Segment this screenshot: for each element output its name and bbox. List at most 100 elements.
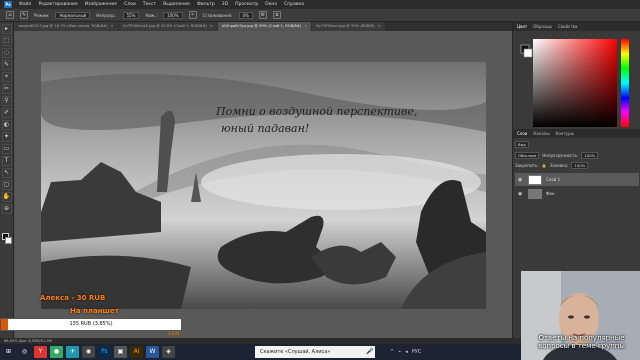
marquee-tool-icon[interactable]: ⬚ (1, 36, 12, 46)
airbrush-icon[interactable]: ✧ (188, 11, 197, 19)
menu-text[interactable]: Текст (143, 2, 156, 7)
layer-row[interactable]: ◉ Фон (515, 187, 639, 200)
lock-row: Закрепить: 🔒 Заливка: 100% (515, 161, 639, 170)
menu-filter[interactable]: Фильтр (197, 2, 215, 7)
donation-goal-target: 3,500 (168, 331, 180, 336)
menu-3d[interactable]: 3D (222, 2, 228, 7)
tab-document-1[interactable]: задний2017.jpg @ 16,7% (Фон копия, RGB/8… (14, 22, 118, 31)
yandex-browser-icon[interactable]: Y (34, 346, 47, 358)
tray-expand-icon[interactable]: ^ (390, 349, 394, 355)
system-tray: ^ ⌁ ◂ РУС (390, 344, 421, 360)
hand-tool-icon[interactable]: ✋ (1, 192, 12, 202)
tab-channels[interactable]: Каналы (533, 131, 549, 136)
close-icon[interactable]: × (378, 24, 381, 28)
dodge-tool-icon[interactable]: ◐ (1, 120, 12, 130)
canvas-text-line-1: Помни о воздушной перспективе, (215, 105, 417, 118)
menu-image[interactable]: Изображение (85, 2, 117, 7)
illustrator-icon[interactable]: Ai (130, 346, 143, 358)
flow-field[interactable]: 100% (163, 11, 183, 19)
lock-label: Закрепить: (515, 163, 539, 168)
fill-field[interactable]: 100% (571, 162, 589, 169)
path-select-tool-icon[interactable]: ↖ (1, 168, 12, 178)
tab-layers[interactable]: Слои (517, 131, 527, 136)
donation-alert-message: На планшет (70, 307, 119, 315)
close-icon[interactable]: × (111, 24, 114, 28)
canvas-text-line-2: юный падаван! (221, 122, 309, 135)
layer-row[interactable]: ◉ Слой 1 (515, 173, 639, 186)
menu-help[interactable]: Справка (284, 2, 304, 7)
windows-start-icon[interactable]: ⊞ (2, 346, 15, 358)
brush-preset-icon[interactable]: ✎ (20, 11, 28, 19)
flow-label: Наж.: (145, 12, 158, 18)
move-tool-icon[interactable]: ▸ (1, 24, 12, 34)
explorer-icon[interactable]: ▣ (114, 346, 127, 358)
symmetry-icon[interactable]: ⧖ (272, 11, 281, 19)
settings-gear-icon[interactable]: ⚙ (258, 11, 267, 19)
layer-opacity-label: Непрозрачность: (542, 153, 579, 158)
blend-mode-select[interactable]: Обычные (515, 152, 540, 159)
mode-select[interactable]: Нормальный (55, 11, 91, 19)
canvas-workspace[interactable]: Помни о воздушной перспективе, юный пада… (15, 31, 512, 338)
document-tabs: задний2017.jpg @ 16,7% (Фон копия, RGB/8… (14, 22, 512, 31)
background-color-swatch[interactable] (5, 237, 12, 244)
zoom-tool-icon[interactable]: ⊕ (1, 204, 12, 214)
photoshop-taskbar-icon[interactable]: Ps (98, 346, 111, 358)
app-icon[interactable]: ◈ (162, 346, 175, 358)
slice-tool-icon[interactable]: ✂ (1, 84, 12, 94)
layer-filter-row: Вид (515, 140, 639, 149)
tab-label: GyTPOXkLeLE.jpg @ 42,6% (Слой 1, RGB/8#) (122, 24, 207, 28)
telegram-icon[interactable]: ✈ (66, 346, 79, 358)
chrome-icon[interactable]: ● (50, 346, 63, 358)
menu-file[interactable]: Файл (19, 2, 31, 7)
quick-select-tool-icon[interactable]: ✎ (1, 60, 12, 70)
document-canvas[interactable]: Помни о воздушной перспективе, юный пада… (41, 62, 486, 309)
eyedropper-tool-icon[interactable]: ⚲ (1, 96, 12, 106)
microphone-icon[interactable]: 🎤 (366, 346, 373, 358)
photoshop-logo-icon: Ps (4, 1, 12, 8)
lock-icon[interactable]: 🔒 (542, 163, 547, 168)
volume-icon[interactable]: ◂ (405, 349, 408, 355)
search-icon[interactable]: ◎ (18, 346, 31, 358)
close-icon[interactable]: × (304, 24, 307, 28)
layer-name: Фон (546, 191, 555, 196)
type-tool-icon[interactable]: T (1, 156, 12, 166)
tab-color[interactable]: Цвет (517, 24, 527, 29)
lasso-tool-icon[interactable]: ◌ (1, 48, 12, 58)
tab-document-3[interactable]: IAGhpaBr3yo.jpg @ 59% (Слой 1, RGB/8#) × (217, 22, 312, 31)
opacity-label: Непрозр.: (96, 12, 117, 18)
donation-goal-bar: 135 RUB (3.85%) (0, 318, 182, 331)
layer-kind-filter[interactable]: Вид (515, 141, 529, 148)
donation-alert-name: Алекса - 30 RUB (40, 294, 106, 302)
tab-paths[interactable]: Контуры (555, 131, 573, 136)
smoothing-field[interactable]: 0% (238, 11, 253, 19)
language-indicator[interactable]: РУС (412, 349, 422, 355)
menu-window[interactable]: Окно (265, 2, 277, 7)
menu-view[interactable]: Просмотр (235, 2, 258, 7)
tab-swatches[interactable]: Образцы (533, 24, 552, 29)
eye-icon[interactable]: ◉ (518, 191, 524, 197)
alice-search-box[interactable]: Скажите «Слушай, Алиса» (255, 346, 375, 358)
tab-document-2[interactable]: GyTPOXkLeLE.jpg @ 42,6% (Слой 1, RGB/8#)… (118, 22, 217, 31)
crop-tool-icon[interactable]: ⌖ (1, 72, 12, 82)
color-picker[interactable] (519, 35, 631, 135)
eraser-tool-icon[interactable]: ▭ (1, 144, 12, 154)
obs-icon[interactable]: ◉ (82, 346, 95, 358)
tab-properties[interactable]: Свойства (558, 24, 578, 29)
menu-edit[interactable]: Редактирование (38, 2, 77, 7)
menu-select[interactable]: Выделение (163, 2, 190, 7)
healing-tool-icon[interactable]: ✦ (1, 132, 12, 142)
close-icon[interactable]: × (210, 24, 213, 28)
tab-document-4[interactable]: By79TDwvv.jpg @ 39% (RGB/8) × (312, 22, 385, 31)
brush-tool-icon[interactable]: ✐ (1, 108, 12, 118)
layers-panel: Слои Каналы Контуры Вид Обычные Непрозра… (513, 129, 640, 229)
menu-layers[interactable]: Слои (124, 2, 136, 7)
webcam-caption: Ответы на популярные вопросы в теме груп… (538, 334, 625, 350)
eye-icon[interactable]: ◉ (518, 177, 524, 183)
word-icon[interactable]: W (146, 346, 159, 358)
layer-opacity-field[interactable]: 100% (581, 152, 599, 159)
network-icon[interactable]: ⌁ (398, 349, 401, 355)
smoothing-label: Сглаживание: (202, 12, 233, 18)
home-icon[interactable]: ⌂ (6, 11, 14, 19)
opacity-field[interactable]: 55% (122, 11, 140, 19)
shape-tool-icon[interactable]: ▢ (1, 180, 12, 190)
